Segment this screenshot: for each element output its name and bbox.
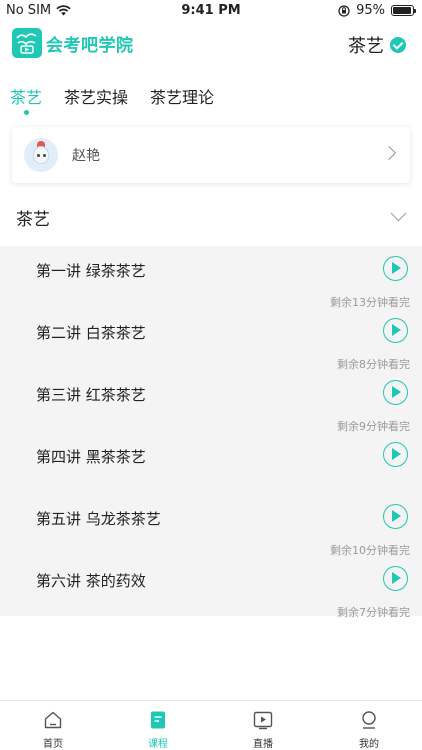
app-header: 会考吧学院 茶艺: [0, 22, 422, 66]
battery-area: 95%: [338, 3, 416, 18]
tab-tea-art[interactable]: 茶艺: [10, 84, 42, 108]
chevron-right-icon: [381, 145, 397, 161]
nav-course[interactable]: 课程: [128, 701, 188, 750]
nav-live[interactable]: 直播: [233, 701, 293, 750]
chevron-down-icon: [390, 205, 407, 222]
lesson-title: 第五讲 乌龙茶茶艺: [36, 510, 161, 528]
live-icon: [253, 711, 273, 730]
play-icon[interactable]: [383, 566, 408, 591]
app-logo-icon: [12, 28, 42, 58]
battery-fill: [393, 7, 412, 14]
play-icon[interactable]: [383, 256, 408, 281]
avatar: [24, 138, 58, 172]
lesson-item[interactable]: 第一讲 绿茶茶艺 剩余13分钟看完: [0, 246, 422, 309]
lesson-title: 第四讲 黑茶茶艺: [36, 448, 146, 466]
nav-home[interactable]: 首页: [23, 701, 83, 750]
nav-live-label: 直播: [253, 739, 273, 750]
check-icon: [390, 37, 406, 53]
play-icon[interactable]: [383, 504, 408, 529]
lesson-item[interactable]: 第四讲 黑茶茶艺: [0, 432, 422, 494]
bottom-nav: 首页 课程 直播 我的: [0, 700, 422, 750]
lesson-item[interactable]: 第六讲 茶的药效 剩余7分钟看完: [0, 556, 422, 619]
battery-percent: 95%: [356, 3, 385, 18]
lesson-item[interactable]: 第五讲 乌龙茶茶艺 剩余10分钟看完: [0, 494, 422, 557]
course-icon: [151, 711, 165, 729]
status-bar: No SIM 9:41 PM 95%: [0, 0, 422, 22]
play-icon[interactable]: [383, 380, 408, 405]
teacher-name: 赵艳: [72, 148, 100, 164]
lesson-title: 第六讲 茶的药效: [36, 572, 146, 590]
lesson-item[interactable]: 第二讲 白茶茶艺 剩余8分钟看完: [0, 308, 422, 371]
nav-profile-label: 我的: [359, 739, 379, 750]
lesson-remaining: 剩余7分钟看完: [337, 606, 410, 619]
lesson-list: 第一讲 绿茶茶艺 剩余13分钟看完 第二讲 白茶茶艺 剩余8分钟看完 第三讲 红…: [0, 246, 422, 619]
category-tabs: 茶艺 茶艺实操 茶艺理论: [0, 80, 422, 120]
teacher-card[interactable]: 赵艳: [12, 127, 410, 183]
lesson-title: 第一讲 绿茶茶艺: [36, 262, 146, 280]
tab-tea-theory[interactable]: 茶艺理论: [150, 84, 214, 108]
lesson-item[interactable]: 第三讲 红茶茶艺 剩余9分钟看完: [0, 370, 422, 433]
home-icon: [44, 711, 62, 729]
nav-profile[interactable]: 我的: [339, 701, 399, 750]
nav-home-label: 首页: [43, 739, 63, 750]
play-icon[interactable]: [383, 442, 408, 467]
subject-label: 茶艺: [348, 36, 384, 57]
active-tab-indicator: [24, 110, 29, 115]
section-header[interactable]: 茶艺: [0, 196, 422, 240]
section-title: 茶艺: [16, 210, 50, 230]
profile-icon: [362, 711, 376, 729]
battery-icon: [391, 5, 416, 16]
play-icon[interactable]: [383, 318, 408, 343]
lesson-title: 第二讲 白茶茶艺: [36, 324, 146, 342]
orientation-lock-icon: [338, 4, 350, 17]
brand-name: 会考吧学院: [46, 36, 134, 56]
tab-tea-practice[interactable]: 茶艺实操: [64, 84, 128, 108]
nav-course-label: 课程: [148, 739, 168, 750]
lesson-title: 第三讲 红茶茶艺: [36, 386, 146, 404]
subject-selector[interactable]: 茶艺: [348, 32, 406, 58]
